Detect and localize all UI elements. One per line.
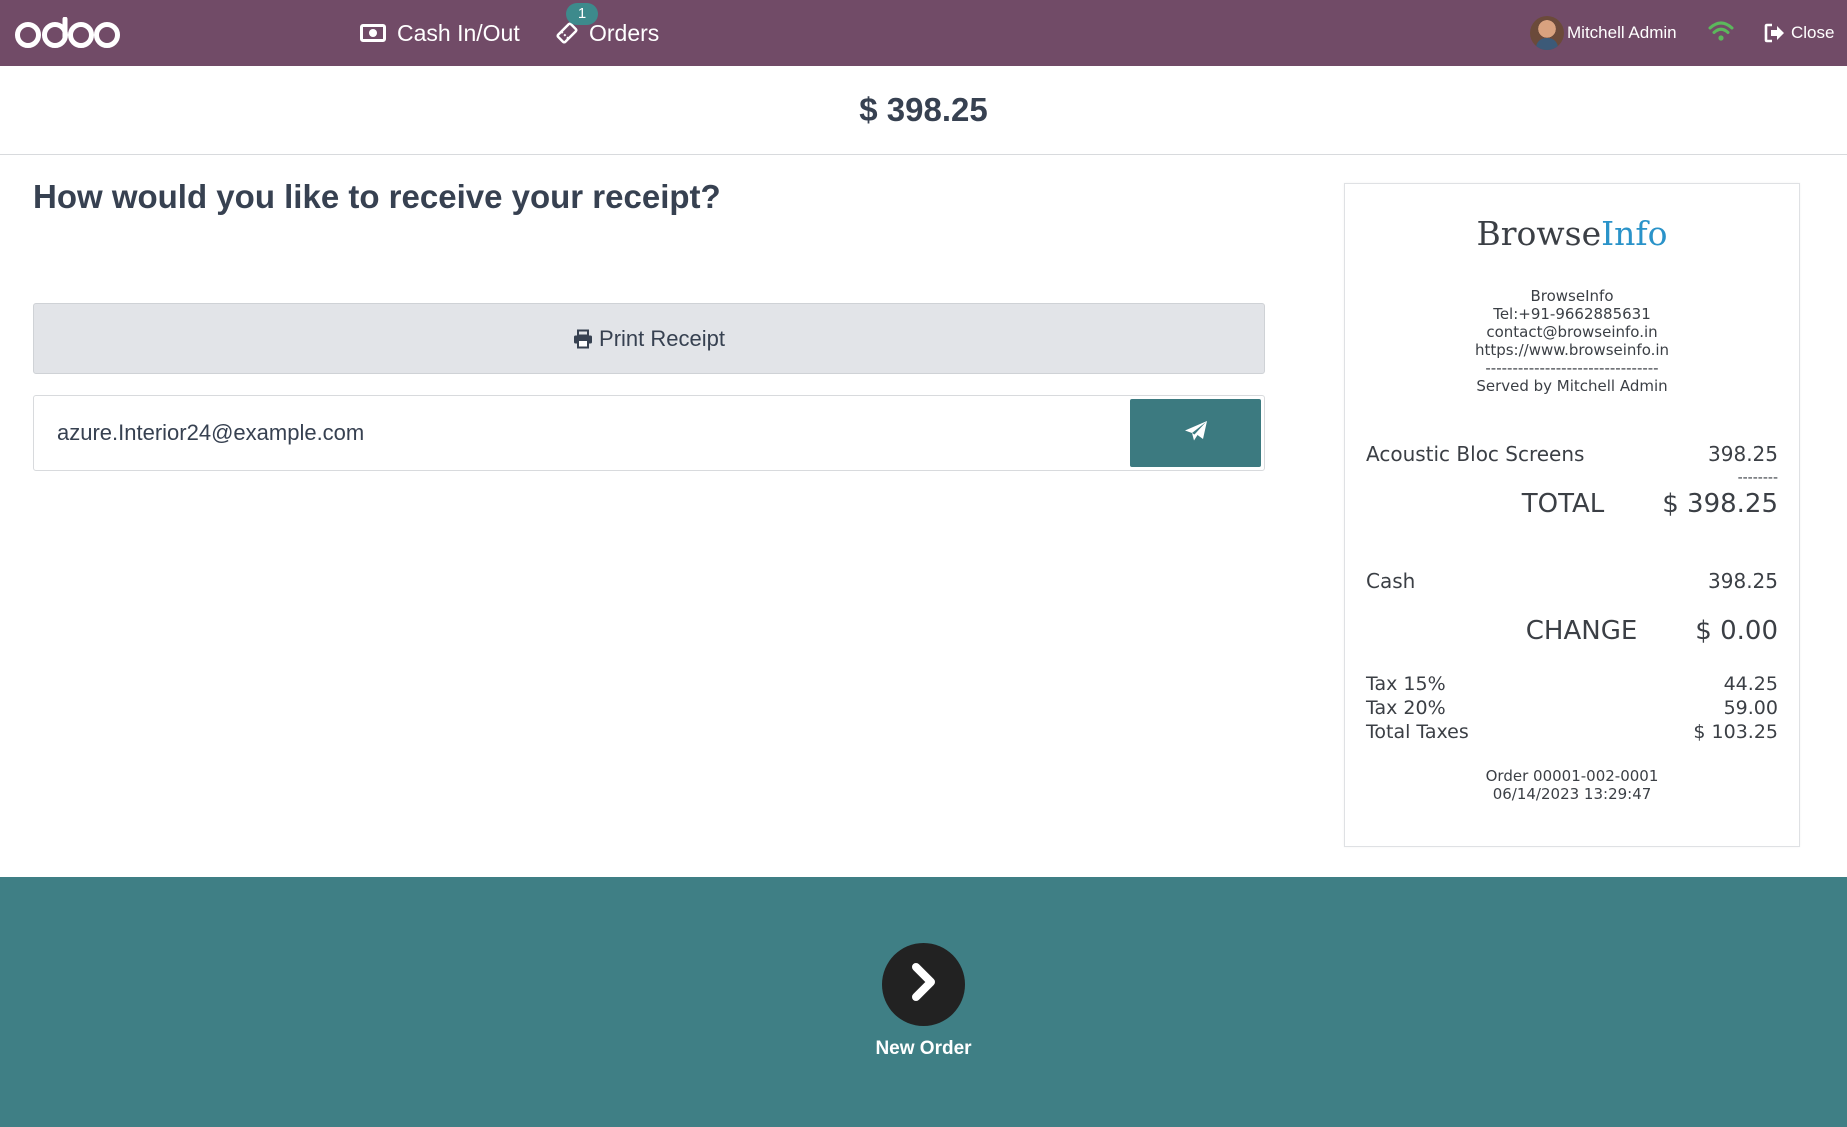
change-label: CHANGE bbox=[1525, 616, 1638, 646]
company-info: BrowseInfo Tel:+91-9662885631 contact@br… bbox=[1345, 287, 1799, 395]
chevron-right-icon bbox=[909, 962, 939, 1007]
orders-button[interactable]: 1 Orders bbox=[556, 0, 659, 66]
receipt-payment: Cash 398.25 bbox=[1366, 569, 1778, 593]
odoo-logo bbox=[14, 14, 120, 52]
tax-row: Tax 15% 44.25 bbox=[1366, 672, 1778, 696]
odoo-logo-mark bbox=[15, 17, 120, 48]
line-divider-text: -------- bbox=[1737, 470, 1778, 486]
receipt-total: TOTAL $ 398.25 bbox=[1366, 489, 1778, 519]
brand-part-browse: Browse bbox=[1476, 214, 1602, 253]
company-email: contact@browseinfo.in bbox=[1486, 323, 1658, 341]
order-info: Order 00001-002-0001 06/14/2023 13:29:47 bbox=[1345, 767, 1799, 803]
tax-value: $ 103.25 bbox=[1693, 721, 1778, 743]
receipt-change: CHANGE $ 0.00 bbox=[1366, 616, 1778, 646]
user-menu[interactable]: Mitchell Admin bbox=[1530, 0, 1677, 66]
paper-plane-icon bbox=[1184, 420, 1208, 447]
email-input[interactable] bbox=[35, 397, 1125, 469]
change-value: $ 0.00 bbox=[1695, 616, 1778, 646]
top-navbar: Cash In/Out 1 Orders Mitchell Admin Clos… bbox=[0, 0, 1847, 66]
receipt-line: Acoustic Bloc Screens 398.25 bbox=[1366, 442, 1778, 466]
order-date: 06/14/2023 13:29:47 bbox=[1492, 785, 1652, 803]
new-order-button[interactable] bbox=[882, 943, 965, 1026]
tax-value: 59.00 bbox=[1723, 697, 1778, 719]
email-receipt-row bbox=[33, 395, 1265, 471]
total-value: $ 398.25 bbox=[1662, 489, 1778, 519]
payment-value: 398.25 bbox=[1708, 569, 1778, 593]
tax-value: 44.25 bbox=[1723, 673, 1778, 695]
new-order-label: New Order bbox=[875, 1038, 972, 1059]
cash-in-out-button[interactable]: Cash In/Out bbox=[360, 0, 520, 66]
sign-out-icon bbox=[1764, 23, 1786, 43]
receipt-line-divider: -------- bbox=[1366, 470, 1778, 486]
orders-label: Orders bbox=[589, 19, 660, 46]
tax-label: Tax 20% bbox=[1366, 697, 1446, 719]
close-label: Close bbox=[1791, 23, 1835, 42]
user-name: Mitchell Admin bbox=[1567, 23, 1677, 42]
tax-row: Total Taxes $ 103.25 bbox=[1366, 720, 1778, 744]
receipt-line-price: 398.25 bbox=[1708, 442, 1778, 466]
orders-count-badge: 1 bbox=[566, 3, 598, 25]
wifi-icon bbox=[1707, 19, 1735, 48]
total-amount: $ 398.25 bbox=[859, 91, 988, 128]
amount-header: $ 398.25 bbox=[0, 66, 1847, 155]
money-icon bbox=[360, 24, 386, 42]
receipt-preview: BrowseInfo BrowseInfo Tel:+91-9662885631… bbox=[1344, 183, 1800, 847]
print-icon bbox=[573, 329, 593, 349]
company-name: BrowseInfo bbox=[1530, 287, 1614, 305]
send-email-button[interactable] bbox=[1130, 399, 1261, 467]
print-receipt-button[interactable]: Print Receipt bbox=[33, 303, 1265, 374]
tax-label: Tax 15% bbox=[1366, 673, 1446, 695]
footer-bar: New Order bbox=[0, 877, 1847, 1127]
receipt-line-product: Acoustic Bloc Screens bbox=[1366, 442, 1585, 466]
cash-in-out-label: Cash In/Out bbox=[397, 19, 520, 46]
brand-part-info: Info bbox=[1601, 214, 1668, 253]
receipt-divider: -------------------------------- bbox=[1485, 359, 1659, 377]
tax-label: Total Taxes bbox=[1366, 721, 1469, 743]
served-by: Served by Mitchell Admin bbox=[1476, 377, 1668, 395]
receipt-brand-logo: BrowseInfo bbox=[1345, 214, 1799, 253]
order-reference: Order 00001-002-0001 bbox=[1485, 767, 1659, 785]
total-label: TOTAL bbox=[1521, 489, 1605, 519]
payment-label: Cash bbox=[1366, 569, 1416, 593]
close-button[interactable]: Close bbox=[1764, 0, 1834, 66]
print-receipt-label: Print Receipt bbox=[599, 325, 725, 351]
avatar bbox=[1530, 16, 1564, 50]
company-website: https://www.browseinfo.in bbox=[1474, 341, 1670, 359]
ticket-icon: 1 bbox=[556, 3, 598, 44]
tax-row: Tax 20% 59.00 bbox=[1366, 696, 1778, 720]
receipt-question-heading: How would you like to receive your recei… bbox=[33, 178, 721, 215]
company-phone: Tel:+91-9662885631 bbox=[1493, 305, 1651, 323]
